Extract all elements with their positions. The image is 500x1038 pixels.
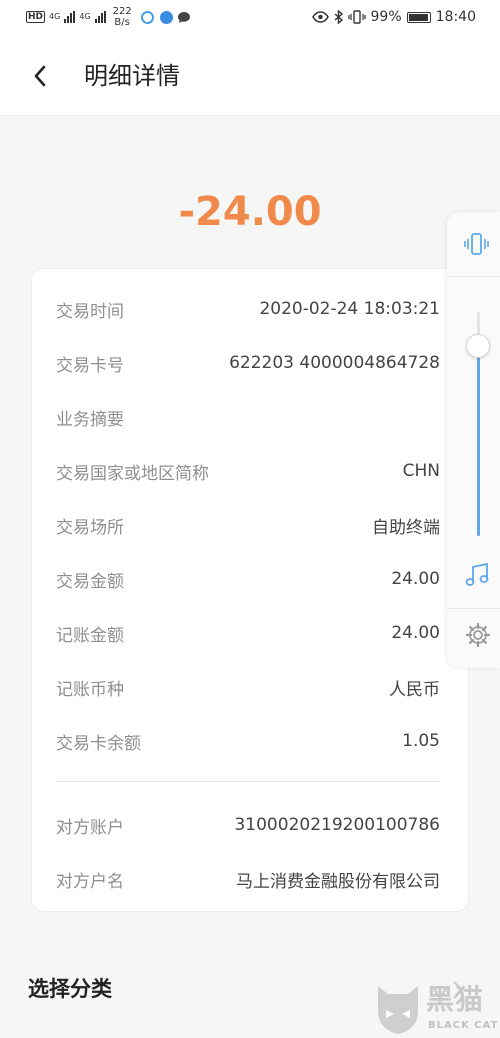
volume-slider-fill	[477, 345, 480, 536]
detail-value: 2020-02-24 18:03:21	[259, 299, 440, 319]
detail-value: 24.00	[391, 569, 440, 589]
detail-row-balance: 交易卡余额 1.05	[56, 726, 440, 756]
music-note-icon[interactable]	[464, 562, 490, 588]
detail-card: 交易时间 2020-02-24 18:03:21 交易卡号 622203 400…	[31, 268, 469, 912]
gear-icon[interactable]	[465, 622, 491, 648]
transaction-amount: -24.00	[178, 189, 322, 235]
detail-label: 交易金额	[56, 571, 124, 592]
eye-icon	[311, 11, 329, 23]
message-icon	[177, 11, 190, 23]
back-button[interactable]	[28, 60, 52, 92]
detail-value: 622203 4000004864728	[229, 353, 440, 373]
detail-row-posted-amount: 记账金额 24.00	[56, 618, 440, 648]
status-bar: HD 4G 4G 222 B/s 99% 18:40	[0, 0, 500, 36]
detail-row-time: 交易时间 2020-02-24 18:03:21	[56, 294, 440, 324]
black-cat-logo-icon	[378, 986, 418, 1034]
back-arrow-icon	[34, 65, 46, 87]
watermark-cn: 黑猫	[426, 983, 485, 1016]
detail-row-summary: 业务摘要	[56, 402, 440, 432]
vibrate-status-icon	[347, 10, 366, 24]
bluetooth-icon	[334, 10, 343, 24]
detail-value: 1.05	[402, 731, 440, 751]
detail-row-transaction-amount: 交易金额 24.00	[56, 564, 440, 594]
detail-label: 交易国家或地区简称	[56, 463, 209, 484]
detail-label: 对方账户	[56, 817, 124, 838]
signal-icon	[64, 11, 76, 23]
detail-label: 交易卡余额	[56, 733, 141, 754]
detail-row-counterparty-name: 对方户名 马上消费金融股份有限公司	[56, 864, 440, 894]
detail-label: 业务摘要	[56, 409, 124, 430]
detail-label: 记账金额	[56, 625, 124, 646]
network-speed-value: 222	[112, 6, 132, 17]
detail-row-card-number: 交易卡号 622203 4000004864728	[56, 348, 440, 378]
detail-value: 310002021920010078​6	[234, 815, 440, 835]
panel-divider	[447, 276, 500, 277]
battery-percent: 99%	[370, 9, 402, 25]
detail-row-country: 交易国家或地区简称 CHN	[56, 456, 440, 486]
detail-value: 人民币	[389, 679, 440, 700]
page-title: 明细详情	[84, 62, 180, 90]
detail-label: 交易时间	[56, 301, 124, 322]
status-bar-right: 99% 18:40	[311, 9, 476, 25]
detail-label: 对方户名	[56, 871, 124, 892]
clock: 18:40	[435, 9, 476, 25]
detail-value: CHN	[402, 461, 440, 481]
telegram-icon	[159, 10, 173, 24]
hd-badge: HD	[26, 11, 46, 23]
card-divider	[56, 781, 440, 782]
detail-row-counterparty-account: 对方账户 310002021920010078​6	[56, 810, 440, 840]
vibrate-icon[interactable]	[463, 232, 489, 256]
status-bar-left: HD 4G 4G 222 B/s	[26, 6, 191, 28]
network-type-1: 4G	[49, 12, 61, 21]
volume-side-panel	[447, 212, 500, 668]
app-header: 明细详情	[0, 36, 500, 116]
detail-value: 马上消费金融股份有限公司	[236, 871, 440, 892]
detail-label: 交易卡号	[56, 355, 124, 376]
volume-slider-knob[interactable]	[466, 333, 490, 358]
detail-row-venue: 交易场所 自助终端	[56, 510, 440, 540]
signal-icon-2	[94, 11, 106, 23]
detail-label: 记账币种	[56, 679, 124, 700]
battery-icon	[406, 11, 431, 23]
app-notification-icon	[140, 10, 154, 24]
network-speed-unit: B/s	[114, 17, 130, 28]
watermark-en: BLACK CAT	[428, 1020, 499, 1031]
network-type-2: 4G	[79, 12, 91, 21]
detail-value: 24.00	[391, 623, 440, 643]
detail-label: 交易场所	[56, 517, 124, 538]
detail-row-currency: 记账币种 人民币	[56, 672, 440, 702]
select-category-title[interactable]: 选择分类	[28, 974, 112, 1004]
black-cat-watermark: 黑猫 BLACK CAT	[374, 982, 500, 1038]
detail-value: 自助终端	[372, 517, 440, 538]
panel-divider	[447, 608, 500, 609]
network-speed: 222 B/s	[113, 6, 132, 28]
